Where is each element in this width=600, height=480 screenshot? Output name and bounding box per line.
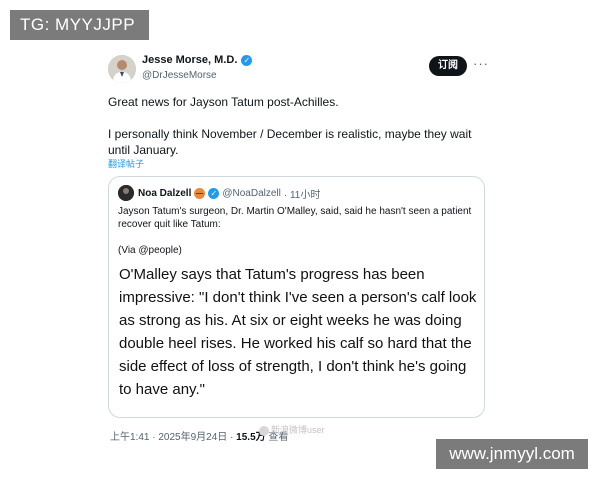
quote-text: Jayson Tatum's surgeon, Dr. Martin O'Mal… (118, 206, 472, 230)
quote-author-handle[interactable]: @NoaDalzell (222, 188, 281, 199)
subscribe-button[interactable]: 订阅 (429, 56, 467, 76)
telegram-watermark: TG: MYYJJPP (10, 10, 149, 40)
tweet-body-line: I personally think November / December i… (108, 127, 472, 157)
quote-time[interactable]: · 11小时 (284, 186, 321, 201)
tweet-body: Great news for Jayson Tatum post-Achille… (108, 94, 478, 158)
weibo-watermark: 新浪微博user (259, 423, 325, 436)
quote-image-text-card[interactable]: O'Malley says that Tatum's progress has … (119, 263, 479, 413)
more-horizontal-icon[interactable]: ··· (473, 56, 489, 71)
author-avatar[interactable] (108, 55, 136, 83)
translate-post-link[interactable]: 翻译帖子 (108, 157, 144, 170)
quote-author-name[interactable]: Noa Dalzell (138, 188, 191, 199)
weibo-watermark-text: 新浪微博user (271, 425, 325, 435)
author-name-row[interactable]: Jesse Morse, M.D. ✓ (142, 54, 253, 66)
basketball-icon (194, 188, 206, 199)
quote-via: (Via @people) (118, 245, 182, 256)
author-name[interactable]: Jesse Morse, M.D. (142, 54, 237, 66)
quote-card-text: O'Malley says that Tatum's progress has … (119, 266, 477, 398)
tweet-timestamp[interactable]: 上午1:41 · 2025年9月24日 · (110, 432, 236, 443)
weibo-icon (259, 425, 269, 436)
author-handle[interactable]: @DrJesseMorse (142, 70, 217, 81)
quoted-tweet[interactable]: Noa Dalzell ✓ @NoaDalzell · 11小时 Jayson … (108, 176, 485, 418)
tweet-body-line: Great news for Jayson Tatum post-Achille… (108, 95, 339, 109)
quote-author-avatar[interactable] (118, 185, 134, 201)
quote-header: Noa Dalzell ✓ @NoaDalzell · 11小时 (138, 186, 320, 201)
site-watermark: www.jnmyyl.com (436, 439, 588, 469)
verified-badge-icon: ✓ (208, 188, 220, 199)
verified-badge-icon: ✓ (241, 54, 253, 66)
